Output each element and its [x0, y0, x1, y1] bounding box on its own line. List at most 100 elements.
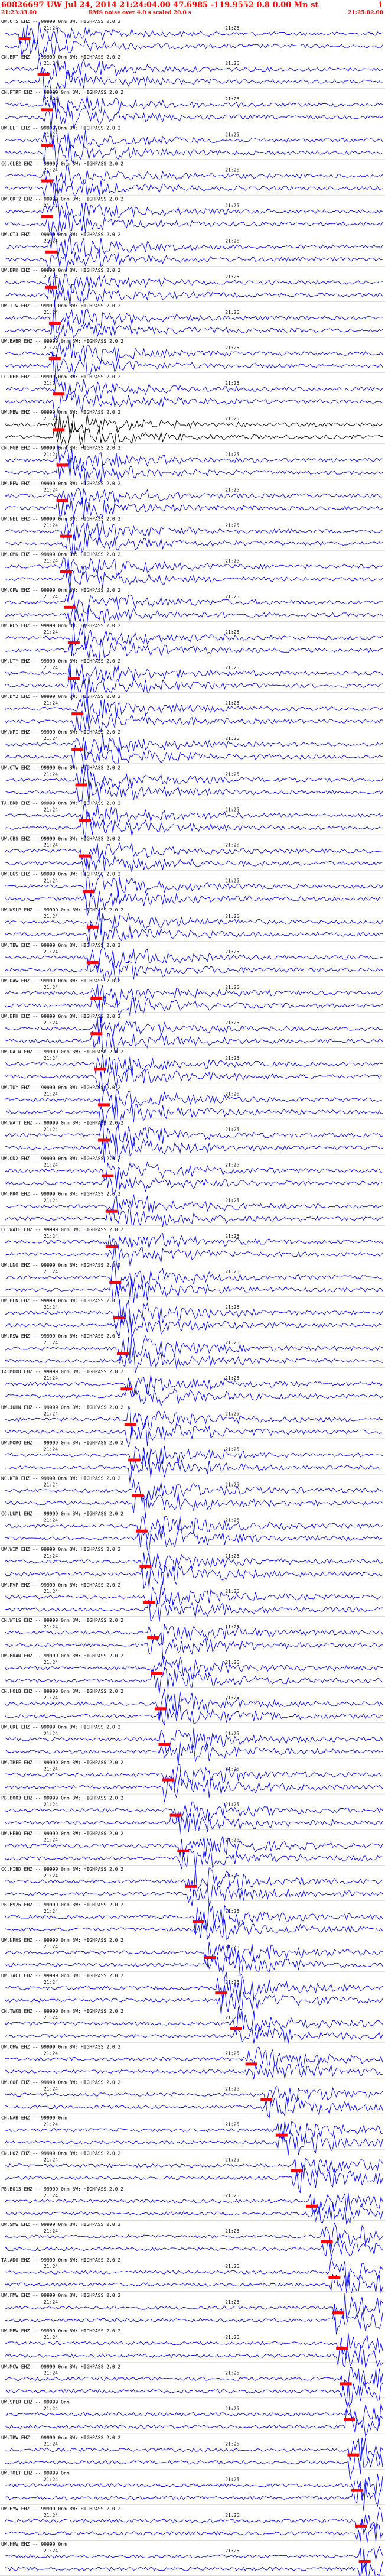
waveform-trace [4, 1835, 383, 1858]
time-tick-label: 21:25 [225, 665, 239, 670]
trace-label: CN.HOLB EHZ -- 99999 0nm BW: HIGHPASS 2.… [1, 1689, 123, 1694]
pick-marker [83, 890, 95, 893]
time-tick-label: 21:25 [225, 1127, 239, 1132]
time-tick-label: 21:25 [225, 1091, 239, 1096]
rms-note: RMS noise over 4.0 s scaled 20.0 s [89, 10, 191, 16]
waveform-trace [4, 1054, 383, 1077]
pick-marker [147, 1636, 159, 1640]
pick-marker [344, 2418, 355, 2421]
pick-marker [71, 712, 84, 716]
waveform-trace [4, 1205, 383, 1227]
pick-marker [306, 2204, 318, 2208]
time-tick-label: 21:24 [44, 1056, 58, 1061]
trace-label: UW.TUY EHZ -- 99999 0nm BW: HIGHPASS 2.0… [1, 1085, 120, 1090]
start-time: 21:23:33.00 [1, 10, 37, 16]
time-tick-label: 21:24 [44, 1873, 58, 1879]
time-tick-label: 21:24 [44, 2299, 58, 2305]
pick-marker [139, 1565, 152, 1568]
time-tick-label: 21:25 [225, 61, 239, 66]
trace-label: CN.PGB EHZ -- 99999 0nm BW: HIGHPASS 2.0… [1, 445, 120, 450]
time-tick-label: 21:24 [44, 1127, 58, 1132]
waveform-trace [4, 2203, 383, 2225]
waveform-trace [4, 1801, 383, 1822]
time-tick-label: 21:25 [225, 2158, 239, 2163]
waveform-trace [4, 1374, 383, 1399]
waveform-trace [4, 22, 383, 44]
pick-marker [358, 2559, 371, 2563]
time-tick-label: 21:24 [44, 1980, 58, 1985]
time-tick-label: 21:24 [44, 878, 58, 884]
time-tick-label: 21:24 [44, 736, 58, 741]
pick-marker [230, 2027, 242, 2030]
time-tick-label: 21:24 [44, 1198, 58, 1203]
trace-label: UW.OPW EHZ -- 99999 0nm BW: HIGHPASS 2.0… [1, 588, 120, 593]
waveform-trace [4, 1446, 383, 1471]
trace-label: UW.LNO EHZ -- 99999 0nm BW: HIGHPASS 2.0… [1, 1263, 120, 1268]
time-tick-label: 21:25 [225, 2051, 239, 2056]
waveform-trace [4, 1764, 383, 1787]
waveform-trace [4, 1299, 383, 1329]
time-tick-label: 21:25 [225, 878, 239, 884]
time-tick-label: 21:25 [225, 2193, 239, 2198]
time-tick-label: 21:25 [225, 1731, 239, 1736]
waveform-trace [5, 165, 383, 192]
end-time: 21:25:02.00 [348, 10, 383, 16]
trace-label: UW.GRL EHZ -- 99999 0nm BW: HIGHPASS 2.0… [1, 1724, 120, 1730]
pick-marker [169, 1813, 182, 1817]
waveform-trace [4, 413, 383, 439]
time-tick-label: 21:24 [44, 665, 58, 670]
trace-label: UW.TOLT EHZ -- 99999 0nm [1, 2471, 70, 2476]
time-tick-label: 21:25 [225, 1944, 239, 1949]
waveform-trace [4, 2560, 383, 2576]
time-tick-label: 21:25 [225, 132, 239, 137]
trace-label: UW.SMW EHZ -- 99999 0nm BW: HIGHPASS 2.0… [1, 2222, 120, 2227]
trace-label: UW.WIM EHZ -- 99999 0nm BW: HIGHPASS 2.0… [1, 1547, 120, 1552]
pick-marker [86, 925, 99, 929]
pick-marker [109, 1280, 122, 1284]
trace-label: UW.OHW EHZ -- 99999 0nm BW: HIGHPASS 2.0… [1, 2044, 120, 2049]
time-tick-label: 21:24 [44, 1305, 58, 1310]
trace-label: UW.HYW EHZ -- 99999 0nm BW: HIGHPASS 2.0… [1, 2506, 120, 2512]
trace-label: CC.REP EHZ -- 99999 0nm BW: HIGHPASS 2.0… [1, 374, 120, 379]
waveform-trace [4, 2025, 383, 2044]
pick-marker [177, 1849, 190, 1852]
time-tick-label: 21:25 [225, 1198, 239, 1203]
time-tick-label: 21:24 [44, 1838, 58, 1843]
trace-label: UW.WATT EHZ -- 99999 0nm BW: HIGHPASS 2.… [1, 1120, 123, 1125]
trace-label: UW.WSLP EHZ -- 99999 0nm BW: HIGHPASS 2.… [1, 907, 123, 913]
pick-marker [351, 2489, 363, 2492]
trace-label: UW.MCW EHZ -- 99999 0nm BW: HIGHPASS 2.0… [1, 2364, 120, 2369]
trace-label: UW.MORO EHZ -- 99999 0nm BW: HIGHPASS 2.… [1, 1440, 123, 1445]
waveform-trace [4, 842, 383, 866]
trace-label: CN.HOZ EHZ -- 99999 0nm BW: HIGHPASS 2.0… [1, 2151, 120, 2156]
trace-label: CN.WTLS EHZ -- 99999 0nm BW: HIGHPASS 2.… [1, 1618, 123, 1623]
pick-marker [86, 961, 99, 964]
trace-label: UW.COE EHZ -- 99999 0nm BW: HIGHPASS 2.0… [1, 2079, 120, 2085]
time-tick-label: 21:25 [225, 2299, 239, 2305]
time-tick-label: 21:24 [44, 1163, 58, 1168]
time-tick-label: 21:25 [225, 310, 239, 315]
time-tick-label: 21:24 [44, 1340, 58, 1345]
time-tick-label: 21:25 [225, 2370, 239, 2376]
trace-label: UW.SPER EHZ -- 99999 0nm [1, 2399, 70, 2405]
time-tick-label: 21:24 [44, 2051, 58, 2056]
time-tick-label: 21:24 [44, 594, 58, 599]
trace-label: UW.BRK EHZ -- 99999 0nm BW: HIGHPASS 2.0… [1, 268, 120, 273]
trace-label: CC.HIBD EHZ -- 99999 0nm BW: HIGHPASS 2.… [1, 1867, 123, 1872]
time-tick-label: 21:25 [225, 452, 239, 457]
time-tick-label: 21:25 [225, 1553, 239, 1559]
trace-label: UW.HEBO EHZ -- 99999 0nm BW: HIGHPASS 2.… [1, 1831, 123, 1837]
time-tick-label: 21:25 [225, 2122, 239, 2127]
waveform-trace [4, 57, 383, 81]
pick-marker [332, 2311, 344, 2315]
trace-label: UW.TRW EHZ -- 99999 0nm BW: HIGHPASS 2.0… [1, 2435, 120, 2441]
trace-label: UW.ELT EHZ -- 99999 0nm BW: HIGHPASS 2.0… [1, 125, 120, 131]
pick-marker [18, 37, 31, 41]
trace-label: UW.LTY EHZ -- 99999 0nm BW: HIGHPASS 2.0… [1, 658, 120, 664]
time-tick-label: 21:24 [44, 2158, 58, 2163]
pick-marker [204, 1956, 216, 1959]
waveform-trace [4, 2085, 383, 2106]
time-tick-label: 21:24 [44, 630, 58, 635]
pick-marker [215, 1991, 227, 1995]
pick-marker [90, 1032, 103, 1036]
